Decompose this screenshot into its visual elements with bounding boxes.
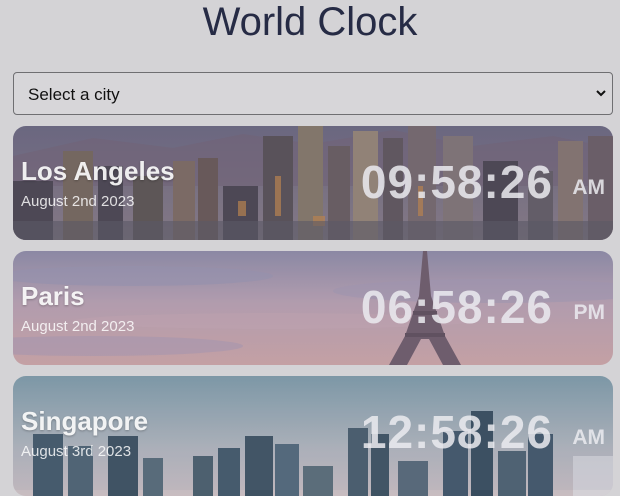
city-date: August 2nd 2023	[21, 318, 135, 335]
city-name: Singapore	[21, 406, 149, 436]
clock-time: 09:58:26	[360, 156, 553, 208]
city-name: Los Angeles	[21, 156, 175, 186]
clock-card-los-angeles: Los Angeles August 2nd 2023 09:58:26 AM	[13, 126, 613, 240]
clock-period: AM	[572, 176, 605, 199]
clock-time: 12:58:26	[360, 406, 553, 458]
clock-card-paris: Paris August 2nd 2023 06:58:26 PM	[13, 251, 613, 365]
clock-card-singapore: Singapore August 3rd 2023 12:58:26 AM	[13, 376, 613, 496]
clock-period: AM	[572, 426, 605, 449]
page-title: World Clock	[202, 0, 418, 44]
city-date: August 2nd 2023	[21, 193, 135, 210]
clock-period: PM	[573, 301, 606, 324]
city-select-value: Select a city	[28, 85, 120, 104]
clock-time: 06:58:26	[360, 281, 553, 333]
chevron-down-icon	[596, 90, 606, 97]
city-name: Paris	[21, 281, 85, 311]
city-date: August 3rd 2023	[21, 443, 132, 460]
city-select[interactable]: Select a city	[13, 72, 613, 115]
